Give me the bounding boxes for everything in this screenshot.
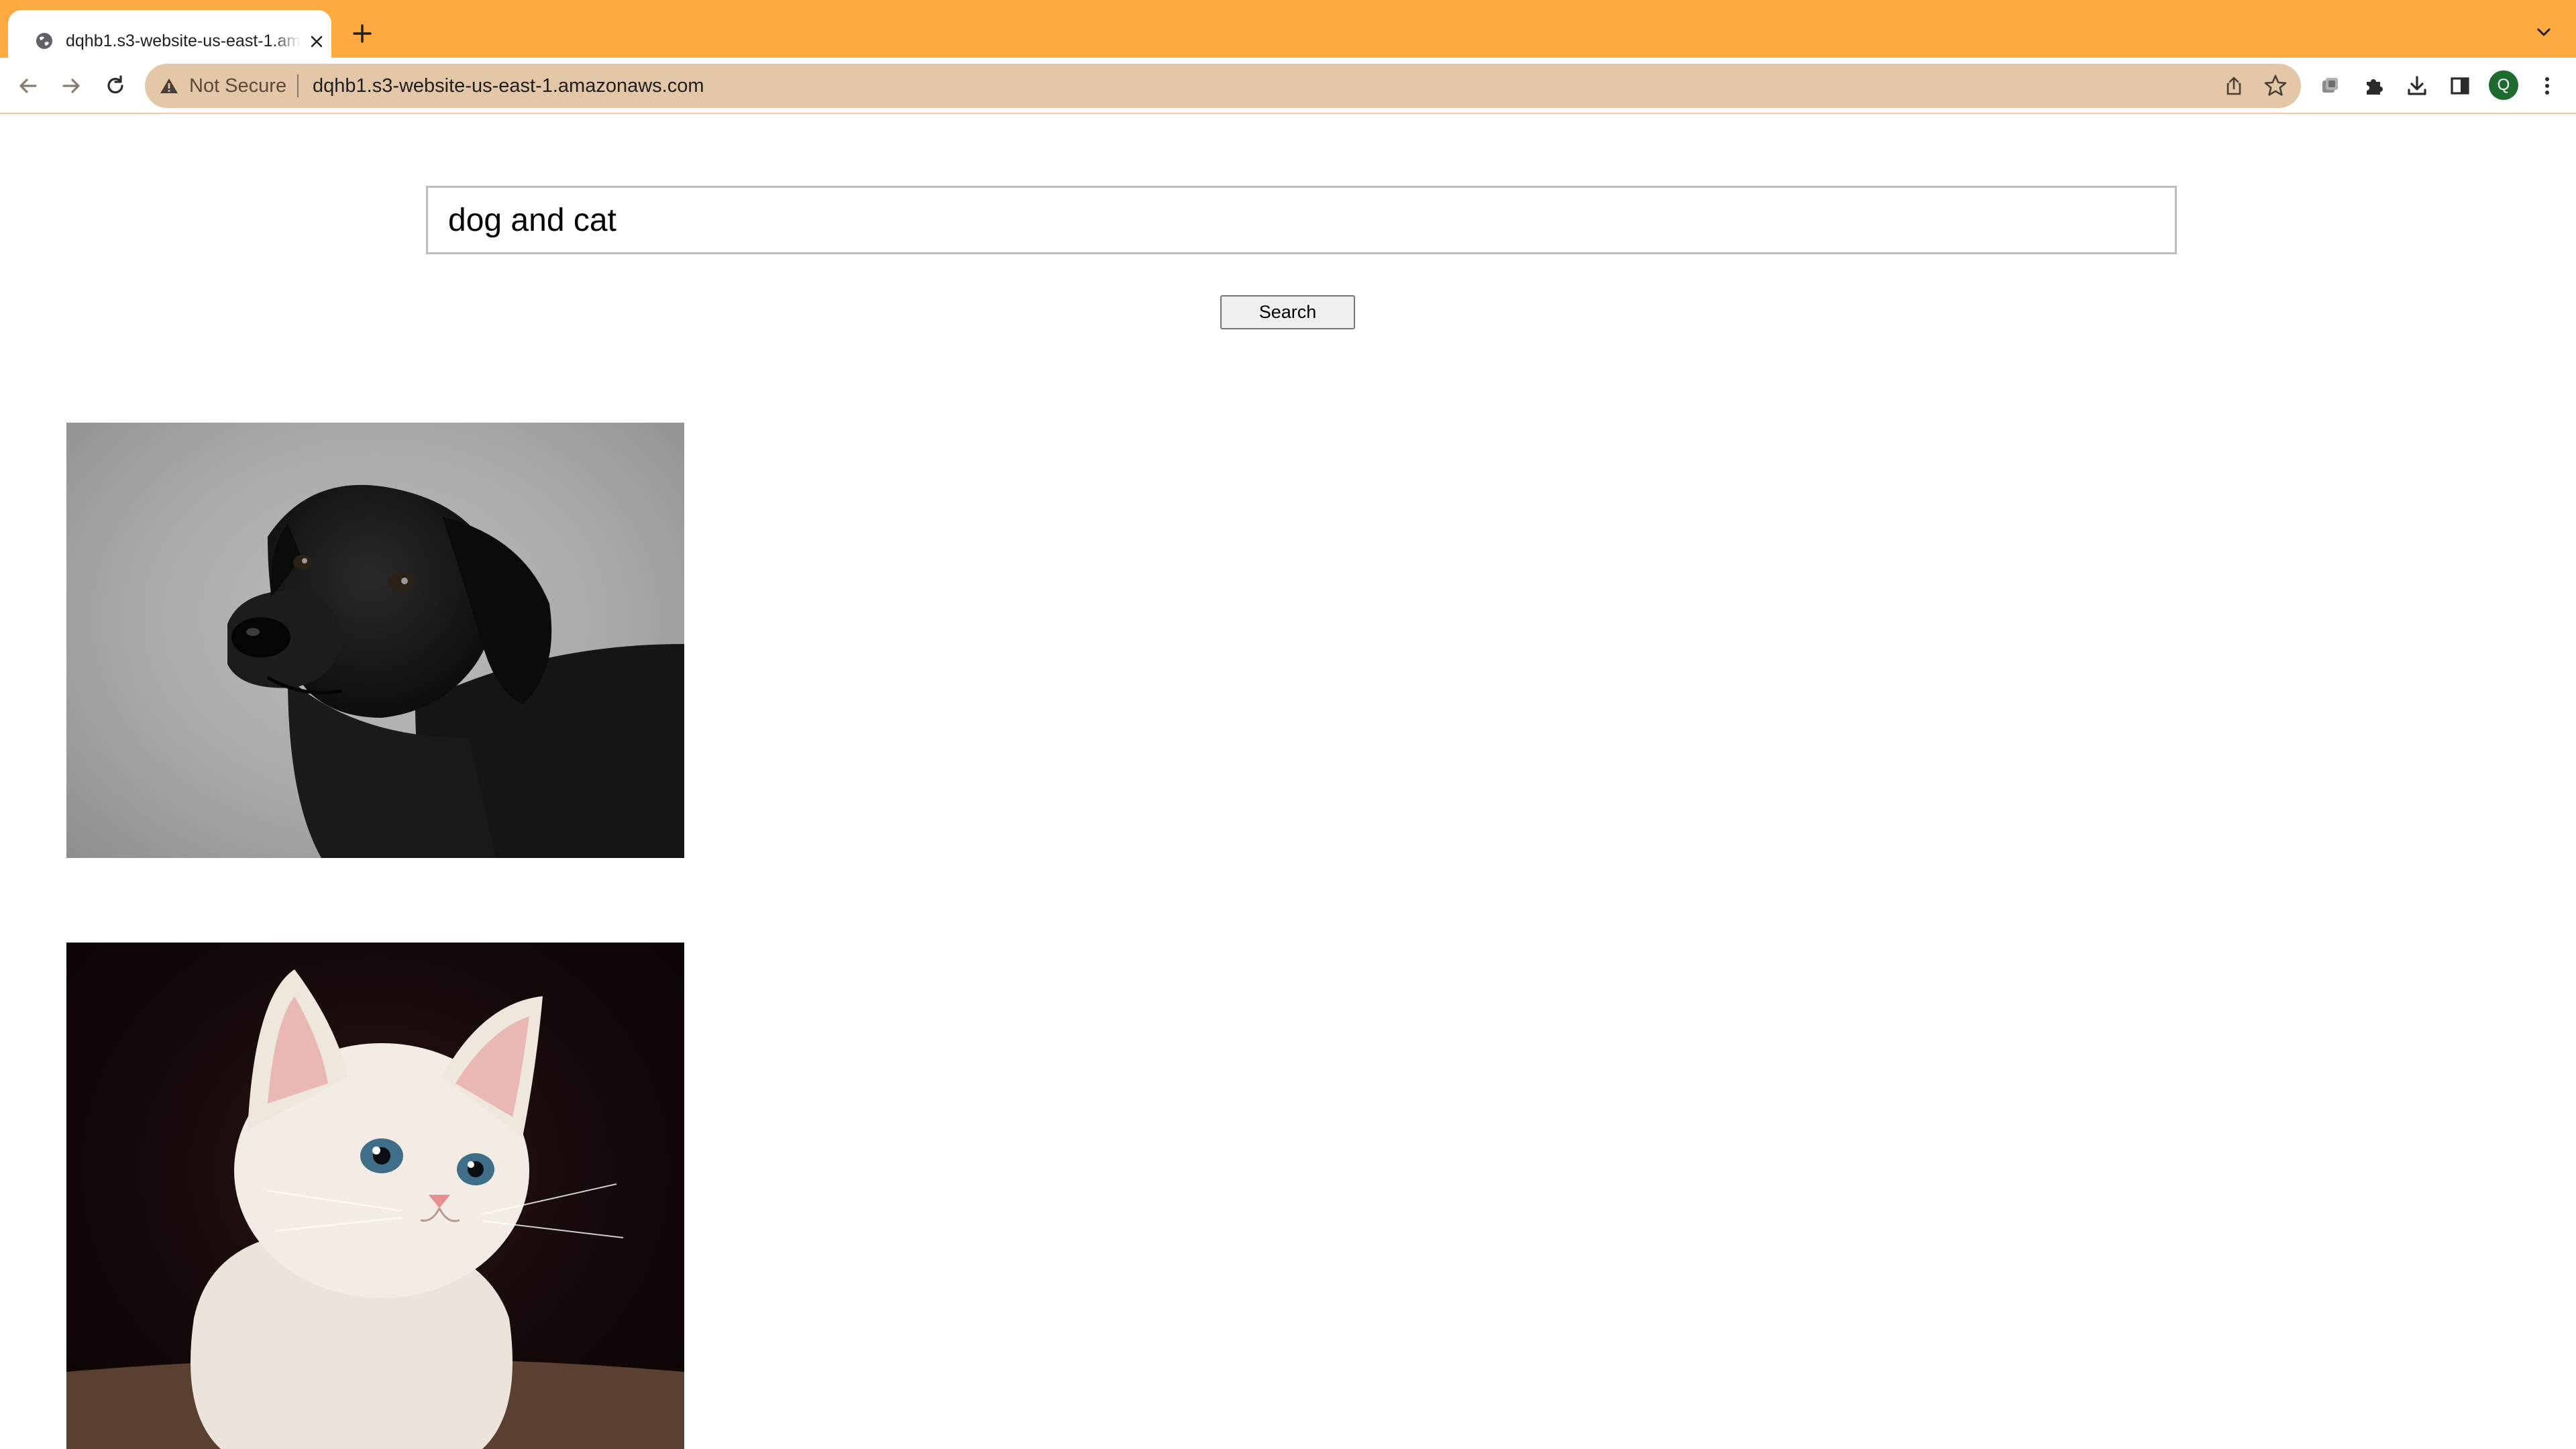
search-button[interactable]: Search: [1220, 295, 1355, 329]
close-icon[interactable]: [309, 34, 325, 50]
arrow-right-icon: [62, 78, 80, 93]
dog-photo: [227, 484, 684, 858]
more-vert-icon: [2545, 77, 2549, 95]
result-image-cat: [66, 943, 684, 1449]
security-status-label[interactable]: Not Secure: [189, 74, 286, 97]
reload-button[interactable]: [101, 71, 130, 101]
address-divider: [297, 74, 299, 97]
puzzle-icon: [2367, 79, 2383, 95]
reload-icon: [107, 75, 123, 94]
profile-avatar[interactable]: Q: [2489, 70, 2518, 100]
downloads-button[interactable]: [2402, 71, 2432, 101]
side-panel-icon: [2451, 77, 2469, 95]
back-button[interactable]: [13, 71, 43, 101]
plus-icon[interactable]: [349, 20, 376, 47]
web-page: Search: [0, 115, 2576, 1449]
tab-strip: dqhb1.s3-website-us-east-1.amazonaws.com: [0, 0, 2576, 58]
download-icon: [2408, 76, 2426, 95]
search-input[interactable]: [426, 186, 2177, 254]
cat-photo: [66, 969, 684, 1449]
tab-search-icon: [2322, 78, 2338, 93]
globe-icon: [36, 33, 52, 49]
share-icon[interactable]: [2223, 75, 2245, 97]
forward-button[interactable]: [56, 71, 86, 101]
browser-tab[interactable]: dqhb1.s3-website-us-east-1.amazonaws.com: [8, 10, 331, 58]
warning-triangle-icon[interactable]: [160, 77, 178, 95]
extensions-button[interactable]: [2359, 71, 2389, 101]
star-icon[interactable]: [2263, 74, 2288, 98]
address-bar[interactable]: Not Secure dqhb1.s3-website-us-east-1.am…: [145, 64, 2301, 108]
browser-toolbar: Not Secure dqhb1.s3-website-us-east-1.am…: [0, 58, 2576, 114]
url-text[interactable]: dqhb1.s3-website-us-east-1.amazonaws.com: [313, 74, 704, 97]
chevron-down-icon[interactable]: [2533, 21, 2555, 43]
tab-search-button[interactable]: [2316, 71, 2346, 101]
result-image-dog: [66, 423, 684, 858]
browser-menu-button[interactable]: [2532, 71, 2562, 101]
tab-title: dqhb1.s3-website-us-east-1.amazonaws.com: [66, 32, 301, 50]
arrow-left-icon: [19, 78, 37, 93]
side-panel-button[interactable]: [2445, 71, 2475, 101]
